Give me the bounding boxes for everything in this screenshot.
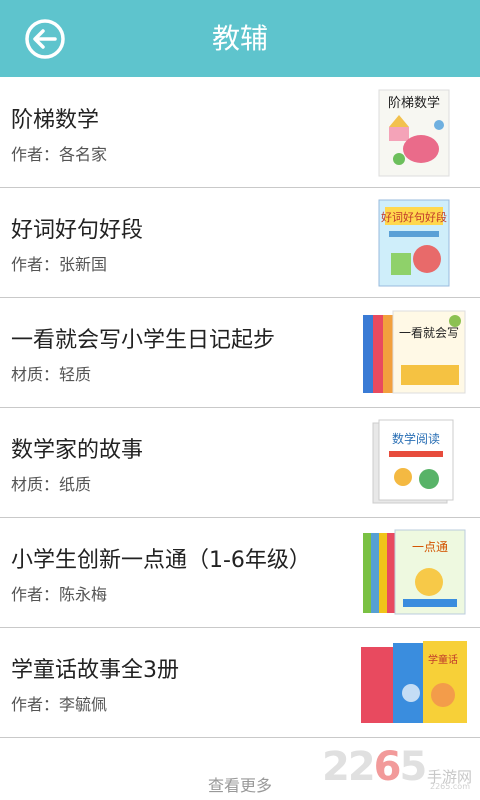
item-subtitle: 作者：张新国 — [11, 255, 108, 274]
list-item[interactable]: 好词好句好段 作者：张新国 好词好句好段 — [0, 188, 480, 298]
book-list: 阶梯数学 作者：各名家 阶梯数学 好词好句好段 作者：张新国 好词好句好段 一看… — [0, 78, 480, 738]
item-subtitle: 作者：各名家 — [11, 145, 108, 164]
item-title: 阶梯数学 — [11, 108, 100, 133]
book-cover-image: 阶梯数学 — [378, 89, 450, 177]
cover-text: 好词好句好段 — [381, 210, 447, 224]
page-title: 教辅 — [211, 22, 268, 55]
list-item[interactable]: 学童话故事全3册 作者：李毓佩 学童话 — [0, 628, 480, 738]
item-subtitle: 材质：纸质 — [11, 475, 92, 494]
book-cover-image: 学童话 — [361, 641, 467, 723]
list-item[interactable]: 数学家的故事 材质：纸质 数学阅读 — [0, 408, 480, 518]
watermark-number: 2265 — [322, 744, 427, 790]
cover-text: 一看就会写 — [399, 326, 459, 340]
item-title: 一看就会写小学生日记起步 — [11, 328, 276, 353]
item-title: 数学家的故事 — [11, 438, 144, 463]
header-bar: 教辅 — [0, 0, 480, 77]
item-subtitle: 作者：陈永梅 — [11, 585, 108, 604]
book-cover-image: 一看就会写 — [363, 310, 466, 394]
watermark-logo: 2265 手游网 2265.com — [322, 744, 472, 792]
cover-text: 学童话 — [428, 653, 458, 666]
item-title: 小学生创新一点通（1-6年级） — [11, 548, 311, 573]
cover-text: 一点通 — [412, 540, 448, 554]
watermark-url: 2265.com — [430, 782, 470, 791]
item-subtitle: 作者：李毓佩 — [11, 695, 108, 714]
item-title: 学童话故事全3册 — [11, 658, 179, 683]
book-cover-image: 一点通 — [363, 529, 466, 615]
cover-text: 数学阅读 — [392, 431, 440, 446]
list-item[interactable]: 阶梯数学 作者：各名家 阶梯数学 — [0, 78, 480, 188]
cover-text: 阶梯数学 — [388, 95, 440, 111]
book-cover-image: 好词好句好段 — [378, 199, 450, 287]
book-cover-image: 数学阅读 — [372, 419, 454, 504]
list-item[interactable]: 小学生创新一点通（1-6年级） 作者：陈永梅 一点通 — [0, 518, 480, 628]
item-title: 好词好句好段 — [11, 218, 144, 243]
list-item[interactable]: 一看就会写小学生日记起步 材质：轻质 一看就会写 — [0, 298, 480, 408]
item-subtitle: 材质：轻质 — [11, 365, 92, 384]
